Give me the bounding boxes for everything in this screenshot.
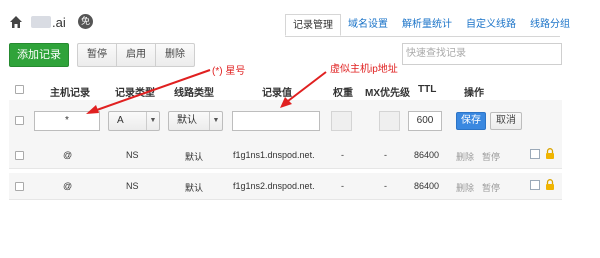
weight-input[interactable] [331, 111, 352, 131]
pause-button[interactable]: 暂停 [77, 43, 117, 67]
col-line: 线路类型 [174, 88, 214, 99]
home-icon[interactable] [9, 15, 23, 29]
ip-annotation-arrow [287, 71, 327, 102]
domain-name: .ai [52, 15, 66, 30]
row-type: NS [126, 150, 139, 160]
row-delete-link[interactable]: 删除 [456, 181, 474, 194]
ttl-input[interactable]: 600 [408, 111, 442, 131]
row-divider [9, 168, 562, 169]
row-host: @ [63, 181, 73, 191]
row-mx: - [384, 150, 387, 160]
record-type-select[interactable]: A ▼ [108, 111, 160, 131]
line-type-value: 默认 [177, 115, 197, 126]
enable-button[interactable]: 启用 [116, 43, 156, 67]
col-ttl: TTL [418, 84, 437, 95]
tab-divider [285, 36, 560, 37]
add-record-button[interactable]: 添加记录 [9, 43, 69, 67]
remark-icon[interactable] [530, 180, 540, 190]
row-checkbox[interactable] [15, 182, 24, 191]
remark-icon[interactable] [530, 149, 540, 159]
row-line: 默认 [185, 183, 204, 193]
star-annotation-label: (*) 星号 [212, 66, 246, 77]
record-type-value: A [117, 115, 124, 126]
tab-records[interactable]: 记录管理 [285, 14, 341, 36]
cancel-button[interactable]: 取消 [490, 112, 522, 130]
col-mx: MX优先级 [365, 88, 410, 99]
col-host: 主机记录 [50, 88, 90, 99]
chevron-down-icon: ▼ [146, 112, 159, 130]
record-action-group: 暂停 启用 删除 [77, 43, 195, 67]
save-button[interactable]: 保存 [456, 112, 486, 130]
row-ttl: 86400 [414, 150, 440, 160]
row-value: f1g1ns2.dnspod.net. [233, 181, 315, 191]
edit-row-checkbox[interactable] [15, 116, 24, 125]
domain-mask [31, 16, 51, 28]
tab-query-stats[interactable]: 解析量统计 [395, 14, 459, 36]
tab-custom-lines[interactable]: 自定义线路 [459, 14, 523, 36]
host-input[interactable]: * [34, 111, 100, 131]
chevron-down-icon: ▼ [209, 112, 222, 130]
row-weight: - [341, 150, 344, 160]
row-line: 默认 [185, 152, 204, 162]
row-divider [9, 199, 562, 200]
col-value: 记录值 [262, 88, 292, 99]
tab-line-groups[interactable]: 线路分组 [523, 14, 577, 36]
row-checkbox[interactable] [15, 151, 24, 160]
record-value-input[interactable] [232, 111, 320, 131]
mx-input[interactable] [379, 111, 400, 131]
row-delete-link[interactable]: 删除 [456, 150, 474, 163]
col-type: 记录类型 [115, 88, 155, 99]
free-badge-icon: 免 [78, 14, 93, 29]
ip-annotation-label: 虚似主机ip地址 [330, 64, 398, 75]
line-type-select[interactable]: 默认 ▼ [168, 111, 223, 131]
lock-icon[interactable] [545, 179, 555, 190]
row-pause-link[interactable]: 暂停 [482, 181, 500, 194]
col-actions: 操作 [464, 88, 484, 99]
lock-icon[interactable] [545, 148, 555, 159]
row-host: @ [63, 150, 73, 160]
select-all-checkbox[interactable] [15, 85, 24, 94]
row-type: NS [126, 181, 139, 191]
row-mx: - [384, 181, 387, 191]
col-weight: 权重 [333, 88, 353, 99]
row-ttl: 86400 [414, 181, 440, 191]
search-input[interactable]: 快速查找记录 [402, 43, 562, 65]
tab-domain-settings[interactable]: 域名设置 [341, 14, 395, 36]
row-value: f1g1ns1.dnspod.net. [233, 150, 315, 160]
row-pause-link[interactable]: 暂停 [482, 150, 500, 163]
tab-bar: 记录管理 域名设置 解析量统计 自定义线路 线路分组 [285, 14, 577, 36]
delete-button[interactable]: 删除 [155, 43, 195, 67]
row-weight: - [341, 181, 344, 191]
